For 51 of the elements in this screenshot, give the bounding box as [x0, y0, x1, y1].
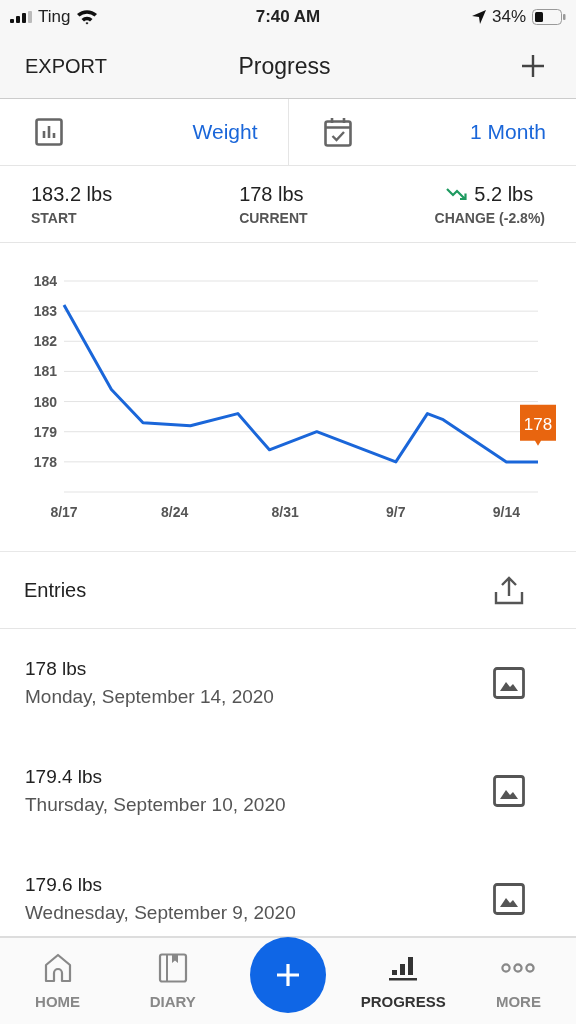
- export-button[interactable]: EXPORT: [25, 54, 107, 78]
- entry-weight[interactable]: 179.6 lbs: [25, 874, 296, 896]
- y-axis-label: 179: [33, 423, 57, 440]
- annotation: 178: [523, 414, 553, 434]
- status-time: 7:40 AM: [255, 7, 321, 27]
- calendar-check-icon[interactable]: [323, 117, 352, 147]
- stat-value: 5.2 lbs: [474, 182, 534, 206]
- x-axis-label: 9/7: [386, 504, 406, 520]
- signal-icon: [10, 11, 32, 23]
- entry-date[interactable]: Wednesday, September 9, 2020: [25, 902, 296, 924]
- photo-icon[interactable]: [493, 883, 525, 915]
- entry-weight[interactable]: 178 lbs: [25, 658, 274, 680]
- wifi-icon: [76, 9, 99, 25]
- carrier-name: Ting: [38, 7, 71, 27]
- tab-button[interactable]: PROGRESS: [345, 938, 461, 1024]
- book-icon: [157, 952, 188, 983]
- x-axis-label: 8/31: [271, 504, 299, 520]
- x-axis-label: 8/17: [50, 504, 78, 520]
- page-title: Progress: [238, 52, 331, 80]
- stat-label: CHANGE (-2.8%): [434, 209, 545, 226]
- add-icon[interactable]: [522, 55, 544, 77]
- stat-label: CURRENT: [239, 209, 308, 226]
- y-axis-label: 182: [33, 333, 57, 350]
- value-callout: 178: [520, 404, 556, 446]
- trend-down-icon: [446, 187, 469, 201]
- y-axis-label: 181: [33, 363, 57, 380]
- x-axis-label: 8/24: [161, 504, 189, 520]
- bar-chart-icon[interactable]: [35, 118, 63, 146]
- entry-weight[interactable]: 179.4 lbs: [25, 766, 286, 788]
- selector-button[interactable]: Weight: [192, 120, 258, 144]
- share-icon[interactable]: [494, 575, 524, 605]
- plus-icon: [276, 963, 300, 987]
- stat-value: 178 lbs: [239, 182, 304, 206]
- entry-date[interactable]: Thursday, September 10, 2020: [25, 794, 286, 816]
- home-icon: [42, 952, 73, 983]
- photo-icon[interactable]: [493, 775, 525, 807]
- entry-date[interactable]: Monday, September 14, 2020: [25, 686, 274, 708]
- battery-icon: [532, 9, 566, 25]
- stat-value: 183.2 lbs: [31, 182, 113, 206]
- selector-button[interactable]: 1 Month: [470, 120, 546, 144]
- y-axis-label: 178: [33, 453, 57, 470]
- y-axis-label: 180: [33, 393, 57, 410]
- photo-icon[interactable]: [493, 667, 525, 699]
- more-icon: [501, 962, 536, 973]
- y-axis-label: 184: [33, 273, 57, 289]
- location-icon: [471, 10, 486, 24]
- battery-percent: 34%: [491, 7, 526, 27]
- section-title: Entries: [24, 578, 87, 602]
- y-axis-label: 183: [33, 303, 57, 320]
- stat-label: START: [31, 209, 77, 226]
- x-axis-label: 9/14: [492, 504, 520, 520]
